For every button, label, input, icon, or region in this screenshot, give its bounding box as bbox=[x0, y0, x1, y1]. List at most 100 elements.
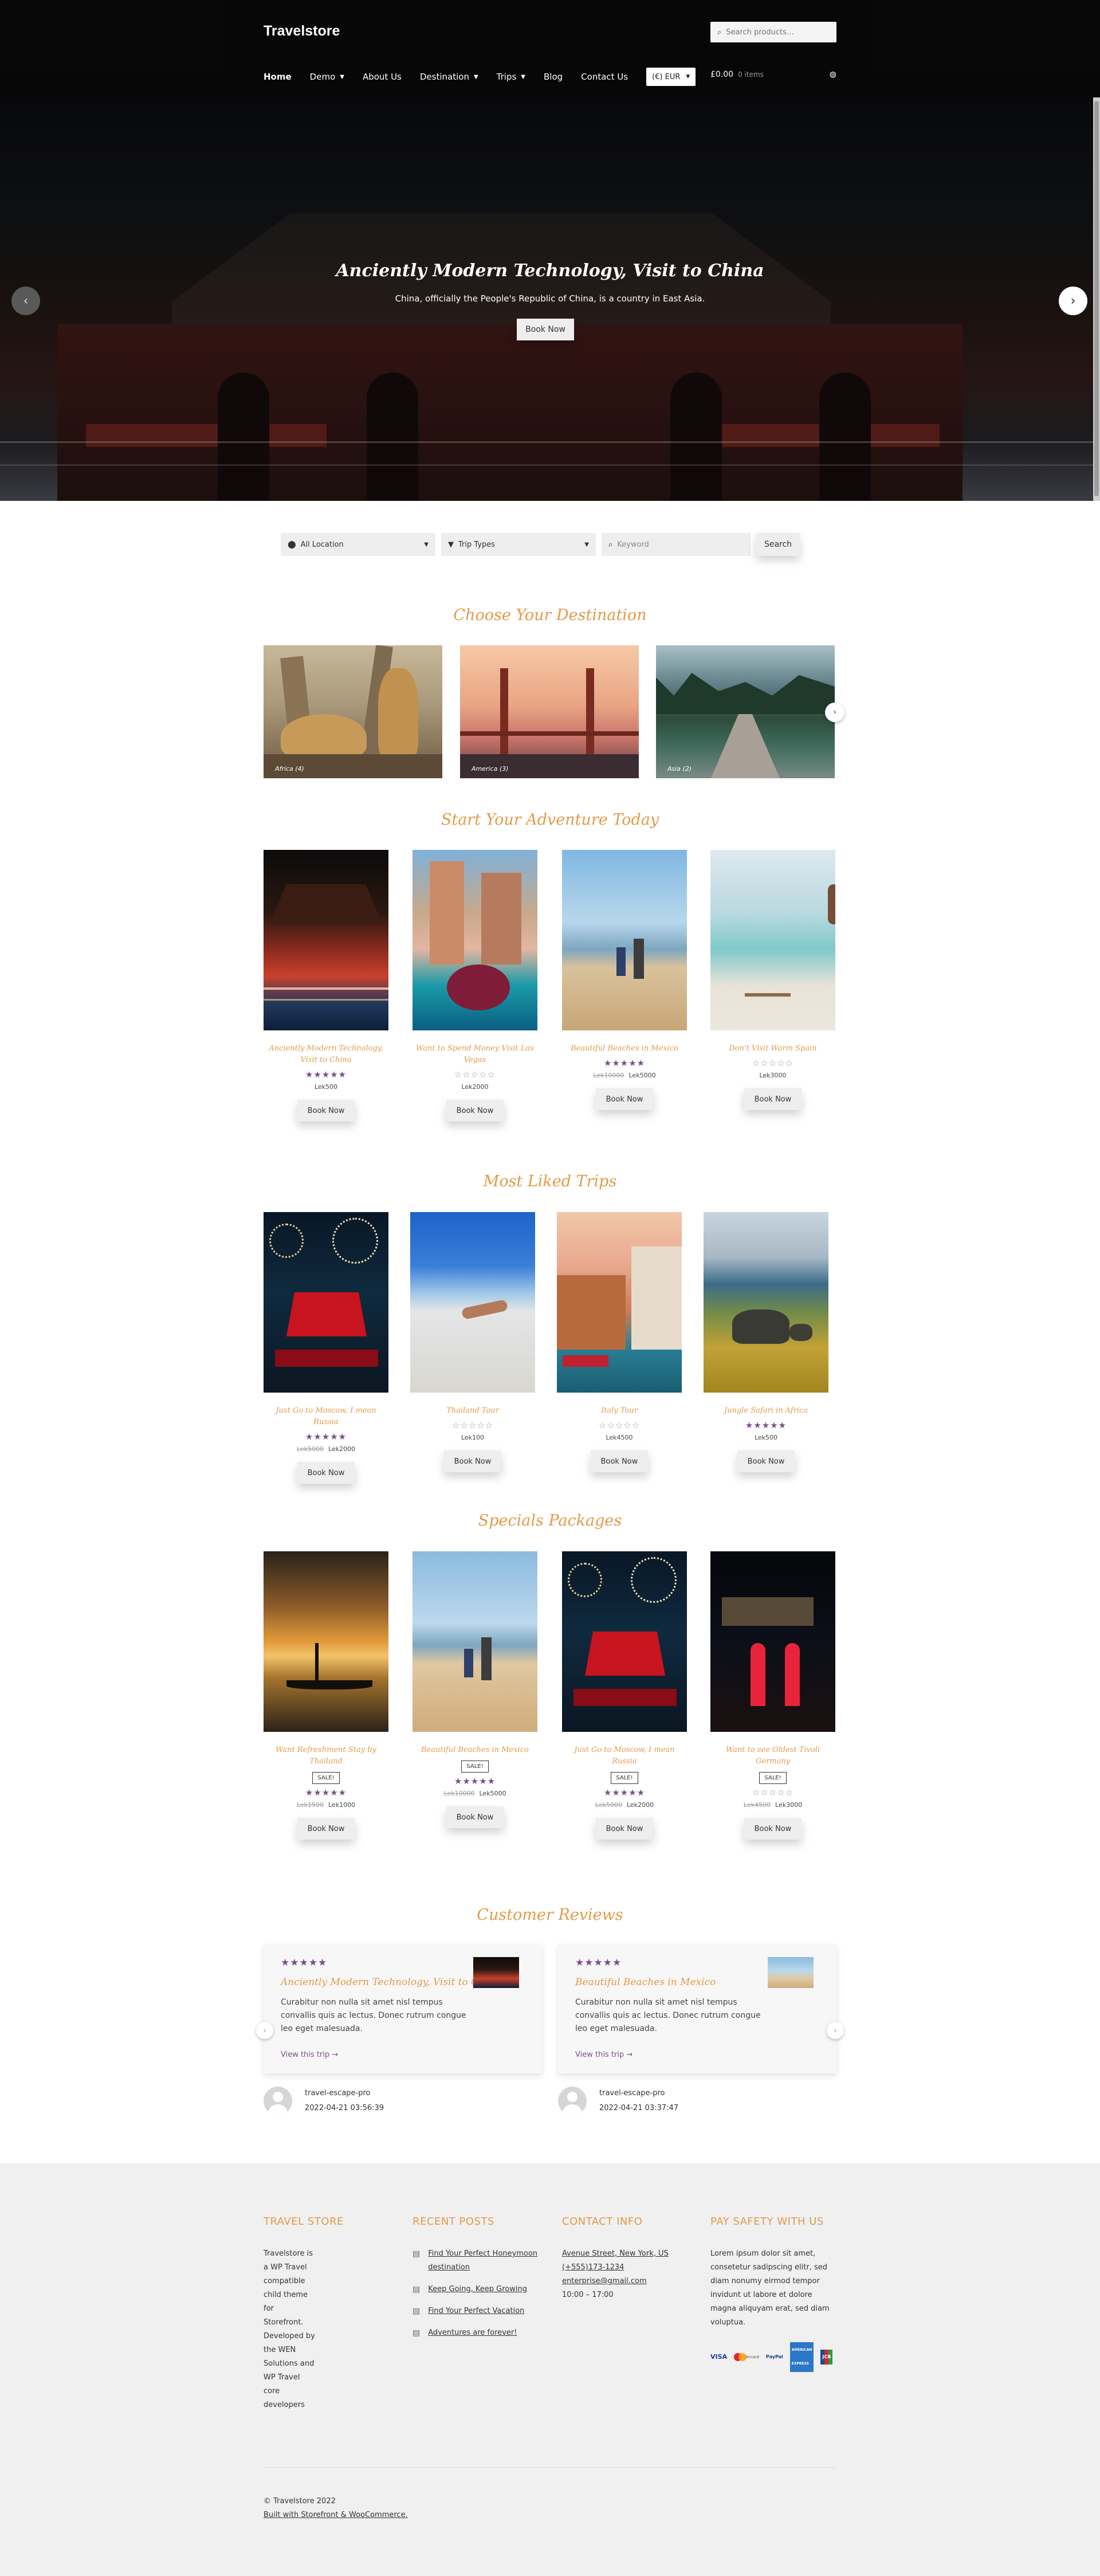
most-liked-title: Most Liked Trips bbox=[483, 1173, 617, 1190]
book-now-button[interactable]: Book Now bbox=[744, 1818, 802, 1840]
view-trip-link[interactable]: View this trip → bbox=[281, 2050, 525, 2059]
nav-destination[interactable]: Destination ▼ bbox=[420, 72, 478, 82]
sale-badge: SALE! bbox=[611, 1772, 638, 1784]
book-now-button[interactable]: Book Now bbox=[297, 1100, 355, 1122]
book-now-button[interactable]: Book Now bbox=[591, 1450, 648, 1472]
current-price: Lek500 bbox=[754, 1434, 778, 1441]
nav-label: Home bbox=[264, 72, 292, 82]
book-now-button[interactable]: Book Now bbox=[446, 1100, 504, 1122]
trip-image[interactable] bbox=[562, 1551, 687, 1732]
book-now-button[interactable]: Book Now bbox=[446, 1806, 504, 1828]
location-select[interactable]: ⬤ All Location ▼ bbox=[281, 533, 435, 556]
trip-name[interactable]: Just Go to Moscow, I mean Russia bbox=[264, 1405, 388, 1428]
trip-name[interactable]: Thailand Tour bbox=[410, 1405, 535, 1417]
trip-image[interactable] bbox=[412, 1551, 537, 1732]
keyword-field[interactable]: ⌕ Keyword bbox=[602, 533, 751, 556]
trip-image[interactable] bbox=[710, 1551, 835, 1732]
trip-name[interactable]: Italy Tour bbox=[557, 1405, 682, 1417]
book-now-button[interactable]: Book Now bbox=[297, 1462, 355, 1484]
trip-image[interactable] bbox=[264, 1551, 388, 1732]
trip-image[interactable] bbox=[410, 1212, 535, 1393]
site-footer: TRAVEL STORE Travelstore is a WP Travel … bbox=[0, 2163, 1100, 2576]
trip-search-form: ⬤ All Location ▼ ▼ Trip Types ▼ ⌕ Keywor… bbox=[281, 533, 800, 556]
nav-about[interactable]: About Us bbox=[363, 72, 402, 82]
review-trip-thumbnail[interactable] bbox=[473, 1957, 519, 1988]
trip-name[interactable]: Just Go to Moscow, I mean Russia bbox=[562, 1744, 687, 1767]
post-link[interactable]: Find Your Perfect Vacation bbox=[428, 2304, 524, 2318]
old-price: Lek5000 bbox=[296, 1445, 324, 1453]
rating-stars: ☆☆☆☆☆ bbox=[598, 1420, 641, 1430]
book-now-button[interactable]: Book Now bbox=[444, 1450, 501, 1472]
currency-select[interactable]: (€) EUR ▼ bbox=[646, 68, 696, 86]
trip-name[interactable]: Beautiful Beaches in Mexico bbox=[562, 1043, 687, 1054]
destination-card-asia[interactable]: Asia (2) bbox=[656, 645, 835, 778]
trip-image[interactable] bbox=[264, 1212, 388, 1393]
trip-image[interactable] bbox=[710, 850, 835, 1030]
trip-name[interactable]: Don't Visit Warm Spain bbox=[710, 1043, 835, 1054]
map-pin-icon: ⬤ bbox=[288, 540, 296, 549]
built-with-link[interactable]: Built with Storefront & WooCommerce. bbox=[264, 2508, 408, 2522]
view-trip-link[interactable]: View this trip → bbox=[575, 2050, 819, 2059]
rating-stars: ★★★★★ bbox=[305, 1069, 347, 1080]
trip-card: Want Refreshment Stay by Thailand SALE! … bbox=[264, 1551, 388, 1840]
current-price: Lek2000 bbox=[461, 1083, 489, 1091]
reviews-prev-icon[interactable]: ‹ bbox=[256, 2022, 273, 2039]
trip-image[interactable] bbox=[562, 850, 687, 1030]
sale-badge: SALE! bbox=[759, 1772, 787, 1784]
book-now-button[interactable]: Book Now bbox=[596, 1818, 653, 1840]
old-price: Lek10000 bbox=[593, 1072, 624, 1079]
contact-phone[interactable]: (+555)173-1234 bbox=[562, 2261, 694, 2275]
trip-image[interactable] bbox=[557, 1212, 682, 1393]
nav-demo[interactable]: Demo ▼ bbox=[310, 72, 344, 82]
post-link[interactable]: Find Your Perfect Honeymoon destination bbox=[428, 2247, 544, 2275]
trip-card: Italy Tour ☆☆☆☆☆ Lek4500 Book Now bbox=[557, 1212, 682, 1472]
trip-image[interactable] bbox=[412, 850, 537, 1030]
trip-name[interactable]: Anciently Modern Technology, Visit to Ch… bbox=[264, 1043, 388, 1066]
trip-type-select[interactable]: ▼ Trip Types ▼ bbox=[441, 533, 596, 556]
trip-name[interactable]: Want to see Oldest Tivoli Germany bbox=[710, 1744, 835, 1767]
book-now-button[interactable]: Book Now bbox=[297, 1818, 355, 1840]
trip-name[interactable]: Jungle Safari in Africa bbox=[704, 1405, 828, 1417]
trip-search-button[interactable]: Search bbox=[756, 533, 800, 556]
contact-email[interactable]: enterprise@gmail.com bbox=[562, 2275, 694, 2288]
nav-trips[interactable]: Trips ▼ bbox=[497, 72, 525, 82]
destination-card-africa[interactable]: Africa (4) bbox=[264, 645, 442, 778]
document-icon: ▤ bbox=[412, 2285, 421, 2294]
trip-image[interactable] bbox=[264, 850, 388, 1030]
payment-icons: VISA mastercard PayPal AMERICAN EXPRESS … bbox=[710, 2342, 833, 2372]
product-search[interactable]: ⌕ bbox=[710, 22, 836, 42]
trip-name[interactable]: Want Refreshment Stay by Thailand bbox=[264, 1744, 388, 1767]
post-link[interactable]: Adventures are forever! bbox=[428, 2326, 517, 2340]
review-date: 2022-04-21 03:56:39 bbox=[305, 2104, 384, 2112]
destination-card-america[interactable]: America (3) bbox=[460, 645, 639, 778]
rating-stars: ★★★★★ bbox=[454, 1776, 496, 1786]
destination-label: Asia (2) bbox=[667, 765, 692, 773]
adventure-title: Start Your Adventure Today bbox=[441, 811, 659, 829]
review-trip-thumbnail[interactable] bbox=[768, 1957, 814, 1988]
header-cart[interactable]: £0.00 0 items ◍ bbox=[710, 70, 836, 79]
paypal-icon: PayPal bbox=[765, 2354, 783, 2359]
contact-address[interactable]: Avenue Street, New York, US bbox=[562, 2247, 694, 2261]
hero-book-button[interactable]: Book Now bbox=[517, 319, 574, 340]
slider-next-icon[interactable]: › bbox=[1059, 287, 1087, 315]
hero-scrollbar[interactable] bbox=[1093, 97, 1100, 501]
carousel-next-icon[interactable]: › bbox=[825, 703, 844, 722]
book-now-button[interactable]: Book Now bbox=[596, 1088, 653, 1110]
trip-image[interactable] bbox=[704, 1212, 828, 1393]
trip-name[interactable]: Beautiful Beaches in Mexico bbox=[412, 1744, 537, 1756]
search-input[interactable] bbox=[726, 28, 824, 37]
reviews-next-icon[interactable]: › bbox=[827, 2022, 844, 2039]
book-now-button[interactable]: Book Now bbox=[737, 1450, 795, 1472]
site-logo[interactable]: Travelstore bbox=[264, 23, 340, 40]
slider-prev-icon[interactable]: ‹ bbox=[11, 287, 40, 315]
book-now-button[interactable]: Book Now bbox=[744, 1088, 802, 1110]
nav-home[interactable]: Home bbox=[264, 72, 292, 82]
nav-contact[interactable]: Contact Us bbox=[581, 72, 628, 82]
safety-text: Lorem ipsum dolor sit amet, consetetur s… bbox=[710, 2249, 830, 2327]
trip-name[interactable]: Want to Spend Money Visit Las Vegas bbox=[412, 1043, 537, 1066]
nav-blog[interactable]: Blog bbox=[544, 72, 563, 82]
post-link[interactable]: Keep Going, Keep Growing bbox=[428, 2283, 527, 2296]
chevron-down-icon: ▼ bbox=[584, 541, 589, 548]
nav-label: Trips bbox=[496, 72, 517, 82]
destination-label: Africa (4) bbox=[275, 765, 304, 773]
